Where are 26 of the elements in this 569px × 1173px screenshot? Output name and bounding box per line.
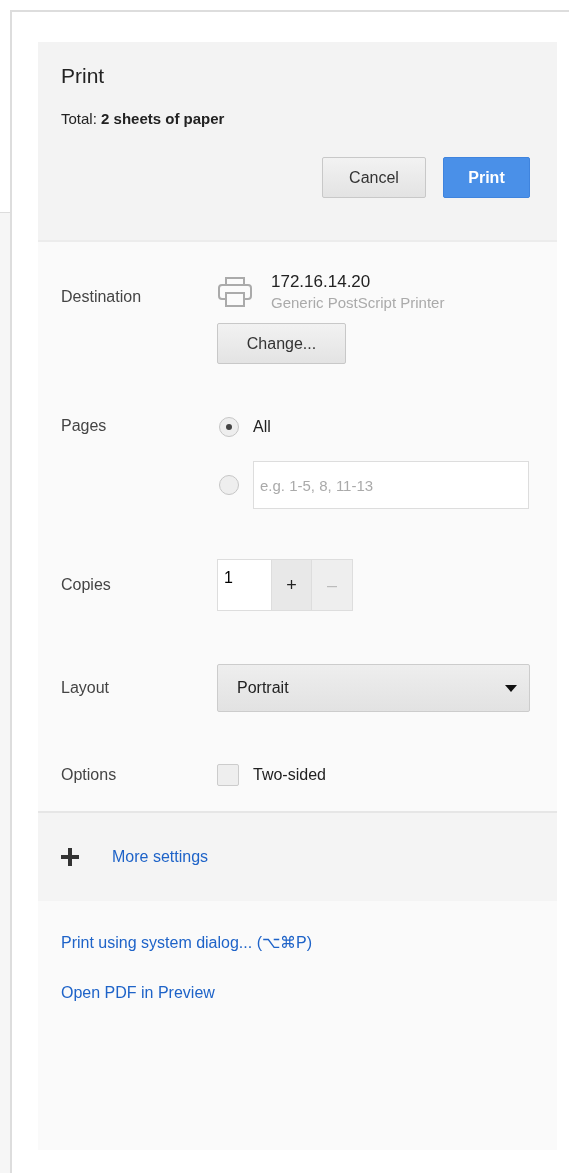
- copies-field[interactable]: 1: [217, 559, 271, 611]
- dialog-link[interactable]: Print using system dialog... (⌥⌘P): [61, 933, 312, 952]
- radio-button[interactable]: [219, 475, 239, 495]
- cancel-button[interactable]: Cancel: [322, 157, 426, 198]
- sheet-summary: Total: 2 sheets of paper: [61, 110, 226, 127]
- increment-button[interactable]: +: [271, 559, 312, 611]
- plus-icon: [61, 848, 79, 866]
- setting-label: Options: [61, 766, 118, 784]
- setting-label: Layout: [61, 679, 111, 697]
- checkbox-label: Two-sided: [253, 766, 326, 784]
- dialog-title: Print: [61, 64, 106, 88]
- caret-icon: [505, 684, 517, 692]
- checkbox[interactable]: [217, 764, 239, 786]
- page-range-field[interactable]: e.g. 1-5, 8, 11-13: [253, 461, 529, 509]
- radio-label: All: [253, 418, 271, 436]
- setting-label: Destination: [61, 288, 143, 307]
- printer-icon: [217, 276, 253, 308]
- change-button[interactable]: Change...: [217, 323, 346, 364]
- dialog-link[interactable]: Open PDF in Preview: [61, 984, 215, 1002]
- radio-button[interactable]: [219, 417, 239, 437]
- printer-name: 172.16.14.20: [271, 272, 372, 292]
- printer-description: Generic PostScript Printer: [271, 294, 445, 311]
- setting-label: Copies: [61, 576, 112, 594]
- setting-label: Pages: [61, 417, 108, 436]
- layout-dropdown[interactable]: Portrait: [217, 664, 530, 712]
- more-settings-link[interactable]: More settings: [112, 848, 209, 866]
